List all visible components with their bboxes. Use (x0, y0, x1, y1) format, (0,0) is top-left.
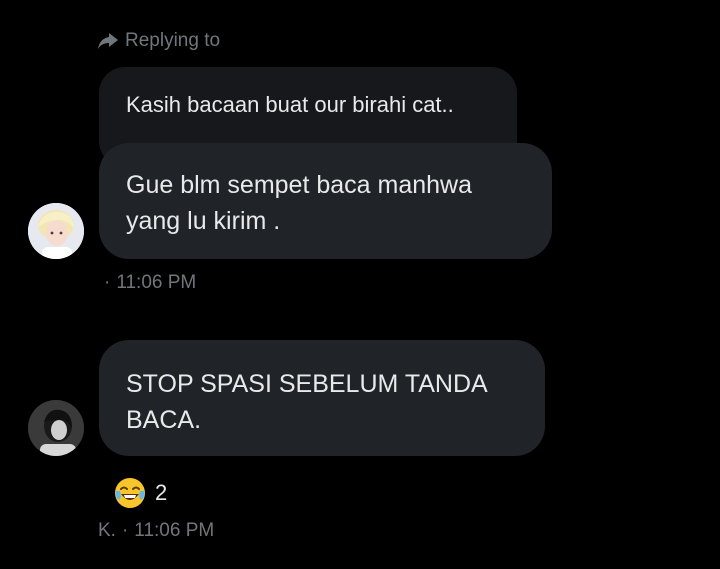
timestamp: 11:06 PM (134, 520, 215, 541)
sender-name: K. (98, 520, 116, 541)
separator-dot: · (121, 520, 129, 541)
message-timestamp-row: · 11:06 PM (98, 272, 196, 294)
message-bubble[interactable]: Gue blm sempet baca manhwa yang lu kirim… (99, 143, 552, 259)
reply-arrow-icon (98, 33, 118, 49)
message-line: Gue blm sempet baca manhwa (126, 171, 473, 199)
timestamp: 11:06 PM (116, 272, 197, 293)
laughing-tears-emoji-icon (115, 478, 145, 508)
separator-dot: · (104, 272, 111, 293)
replying-to-label: Replying to (125, 30, 221, 51)
message-timestamp-row: K. · 11:06 PM (98, 520, 214, 542)
avatar[interactable] (28, 400, 84, 456)
quoted-message-text: Kasih bacaan buat our birahi cat.. (126, 92, 454, 117)
user-avatar-image (28, 400, 84, 456)
message-line: BACA. (126, 406, 202, 434)
user-avatar-image (28, 203, 84, 259)
message-line: STOP SPASI SEBELUM TANDA (126, 370, 488, 398)
reaction-count: 2 (155, 480, 168, 505)
replying-to-header[interactable]: Replying to (97, 30, 220, 52)
reaction-chip[interactable]: 2 (113, 476, 167, 510)
message-bubble[interactable]: STOP SPASI SEBELUM TANDA BACA. (99, 340, 545, 456)
message-line: yang lu kirim . (126, 207, 281, 235)
avatar[interactable] (28, 203, 84, 259)
